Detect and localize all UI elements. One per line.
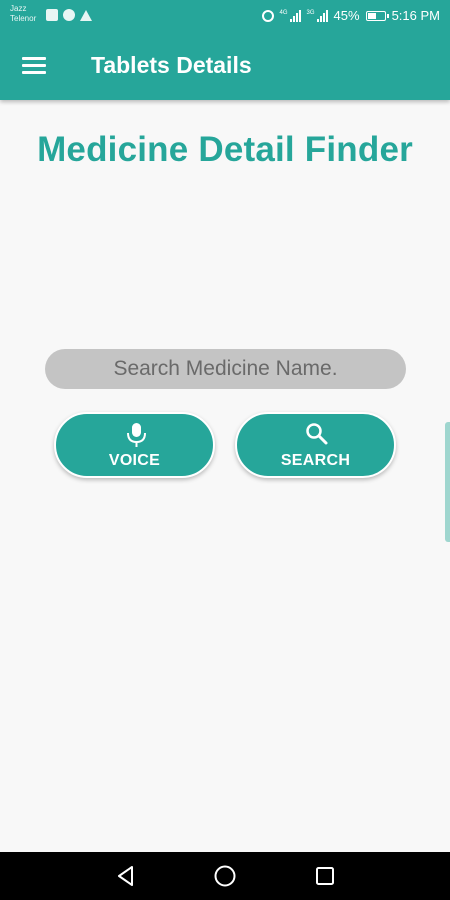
magnifier-icon: [306, 423, 328, 445]
image-icon: [46, 9, 58, 21]
hamburger-icon[interactable]: [22, 55, 48, 77]
system-nav-bar: [0, 852, 450, 900]
signal-icon: 3G: [306, 9, 328, 22]
carrier-label: Jazz Telenor: [10, 4, 36, 24]
page-title: Medicine Detail Finder: [37, 130, 413, 169]
search-input[interactable]: [45, 349, 406, 389]
voice-button-label: VOICE: [108, 452, 161, 469]
battery-percent: 45%: [333, 8, 360, 23]
recent-apps-icon[interactable]: [313, 864, 337, 888]
status-right: 4G 3G 45% 5:16 PM: [261, 8, 440, 23]
clock: 5:16 PM: [391, 8, 440, 23]
network-type-left: 4G: [279, 9, 288, 16]
drive-icon: [80, 9, 92, 21]
search-button-label: SEARCH: [280, 452, 351, 469]
app-title: Tablets Details: [91, 52, 252, 78]
battery-icon: [365, 10, 389, 21]
status-bar: Jazz Telenor 4G 3G 45% 5:16 PM: [0, 0, 450, 32]
carrier-line-1: Jazz: [10, 4, 27, 13]
home-icon[interactable]: [213, 864, 237, 888]
search-button[interactable]: SEARCH: [235, 412, 396, 478]
edge-panel-handle[interactable]: [445, 422, 450, 542]
notification-icons: [46, 9, 92, 21]
voice-button[interactable]: VOICE: [54, 412, 215, 478]
microphone-icon: [127, 423, 146, 447]
back-icon[interactable]: [114, 864, 138, 888]
top-bar: Jazz Telenor 4G 3G 45% 5:16 PM Tablets D…: [0, 0, 450, 100]
chrome-icon: [63, 9, 75, 21]
network-type-right: 3G: [306, 9, 315, 16]
carrier-line-2: Telenor: [10, 14, 37, 23]
alarm-icon: [261, 9, 274, 22]
signal-icon: 4G: [279, 9, 301, 22]
app-bar: Tablets Details: [0, 38, 450, 94]
